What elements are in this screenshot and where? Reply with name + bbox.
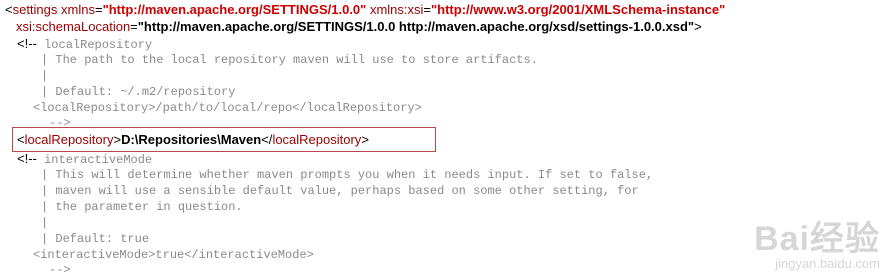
schema-location-attr: xsi:schemaLocation (16, 19, 131, 34)
local-repository-tag: localRepository (24, 132, 114, 147)
local-repository-value: D:\Repositories\Maven (121, 132, 262, 147)
gt: > (361, 132, 369, 147)
local-repository-element: <localRepository>D:\Repositories\Maven</… (17, 132, 369, 148)
comment-close: --> (49, 263, 71, 277)
comment-line: <interactiveMode>true</interactiveMode> (33, 248, 314, 262)
gt: > (694, 19, 702, 34)
baidu-watermark: Bai经验 jingyan.baidu.com (754, 221, 880, 271)
comment-text: interactiveMode (44, 153, 153, 167)
xml-viewer: <settings xmlns="http://maven.apache.org… (0, 0, 890, 279)
xmlns-value: "http://maven.apache.org/SETTINGS/1.0.0" (102, 2, 367, 17)
equals: = (130, 19, 138, 34)
comment-line: | This will determine whether maven prom… (41, 168, 654, 182)
comment-line: | maven will use a sensible default valu… (41, 184, 639, 198)
comment-line: | (41, 216, 49, 230)
comment-line: | (41, 69, 49, 83)
comment-local-repo-title: <!-- localRepository (17, 36, 152, 52)
comment-line: <localRepository>/path/to/local/repo</lo… (33, 101, 422, 115)
comment-text: localRepository (44, 38, 153, 52)
equals: = (94, 2, 103, 17)
equals: = (423, 2, 431, 17)
schema-location-value: "http://maven.apache.org/SETTINGS/1.0.0 … (137, 19, 695, 34)
comment-line: | Default: ~/.m2/repository (41, 85, 236, 99)
schema-location-line: xsi:schemaLocation="http://maven.apache.… (16, 19, 702, 35)
lt: < (5, 2, 13, 17)
watermark-url: jingyan.baidu.com (775, 256, 880, 271)
lt-slash: </ (261, 132, 273, 147)
watermark-logo-text: Bai经验 (754, 220, 880, 258)
comment-open: <!-- (17, 36, 37, 51)
comment-line: | The path to the local repository maven… (41, 53, 538, 67)
xmlns-xsi-attr: xmlns:xsi (369, 2, 424, 17)
lt: < (17, 132, 25, 147)
xmlns-xsi-value: "http://www.w3.org/2001/XMLSchema-instan… (430, 2, 726, 17)
comment-line: | the parameter in question. (41, 200, 243, 214)
comment-interactive-mode-title: <!-- interactiveMode (17, 151, 152, 167)
xmlns-attr: xmlns (61, 2, 95, 17)
comment-open: <!-- (17, 151, 37, 166)
comment-line: | Default: true (41, 232, 150, 246)
settings-open-line: <settings xmlns="http://maven.apache.org… (5, 2, 725, 18)
gt: > (113, 132, 122, 147)
settings-tag: settings (12, 2, 58, 17)
local-repository-close-tag: localRepository (272, 132, 362, 147)
